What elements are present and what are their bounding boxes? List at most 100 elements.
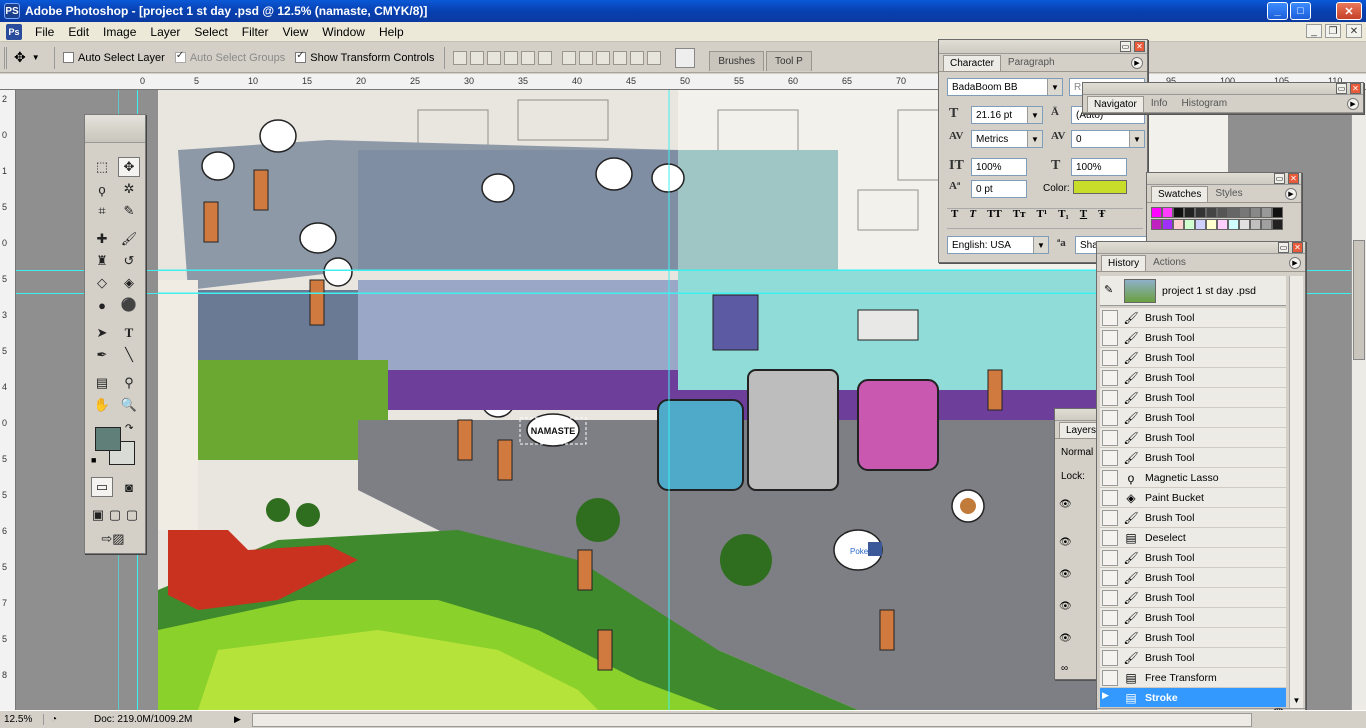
close-button[interactable]: ✕ <box>1336 2 1362 20</box>
palette-titlebar[interactable]: ▭ ✕ <box>939 40 1147 54</box>
history-state-row[interactable]: 🖌 Brush Tool <box>1100 648 1286 668</box>
color-swatch[interactable] <box>1162 219 1173 230</box>
notes-tool-icon[interactable]: ▤ <box>91 373 113 393</box>
history-brush-source-checkbox[interactable] <box>1102 389 1118 406</box>
default-colors-icon[interactable]: ■ <box>91 455 96 465</box>
distribute-right-icon[interactable] <box>647 50 662 65</box>
history-brush-source-checkbox[interactable] <box>1102 529 1118 546</box>
history-state-row[interactable]: ◈ Paint Bucket <box>1100 488 1286 508</box>
hand-tool-icon[interactable]: ✋ <box>91 395 113 415</box>
menu-edit[interactable]: Edit <box>61 25 96 39</box>
menu-view[interactable]: View <box>275 25 315 39</box>
auto-select-layer-checkbox[interactable]: Auto Select Layer <box>63 52 165 64</box>
vertical-scale-field[interactable]: 100% <box>971 158 1027 176</box>
history-snapshot[interactable]: ✎ project 1 st day .psd <box>1100 276 1286 306</box>
history-state-row[interactable]: 🖌 Brush Tool <box>1100 608 1286 628</box>
clone-stamp-tool-icon[interactable]: ♜ <box>91 251 113 271</box>
language-select[interactable]: English: USA ▼ <box>947 236 1049 254</box>
color-swatch[interactable] <box>1228 219 1239 230</box>
history-state-row[interactable]: 🖌 Brush Tool <box>1100 628 1286 648</box>
history-state-row[interactable]: 🖌 Brush Tool <box>1100 548 1286 568</box>
history-state-row[interactable]: 🖌 Brush Tool <box>1100 428 1286 448</box>
font-size-field[interactable]: 21.16 pt ▼ <box>971 106 1043 124</box>
blend-mode-select[interactable]: Normal <box>1061 447 1093 458</box>
history-state-row[interactable]: 🖌 Brush Tool <box>1100 368 1286 388</box>
align-bottom-icon[interactable] <box>487 50 502 65</box>
tab-styles[interactable]: Styles <box>1208 185 1249 202</box>
distribute-hcenter-icon[interactable] <box>630 50 645 65</box>
horizontal-scrollbar[interactable] <box>252 712 1252 727</box>
palette-titlebar[interactable]: ▭ ✕ <box>1097 242 1305 254</box>
align-vcenter-icon[interactable] <box>470 50 485 65</box>
distribute-left-icon[interactable] <box>613 50 628 65</box>
zoom-level[interactable]: 12.5% <box>0 714 44 725</box>
color-swatch[interactable] <box>1250 207 1261 218</box>
tab-histogram[interactable]: Histogram <box>1175 95 1235 112</box>
history-brush-source-checkbox[interactable] <box>1102 569 1118 586</box>
history-brush-source-checkbox[interactable]: ▶ <box>1102 690 1118 706</box>
color-swatch[interactable] <box>1261 207 1272 218</box>
history-brush-source-checkbox[interactable] <box>1102 669 1118 686</box>
doc-restore-button[interactable]: ❐ <box>1325 24 1341 38</box>
palette-minimize-button[interactable]: ▭ <box>1278 242 1289 253</box>
jump-to-imageready-icon[interactable]: ⇨▨ <box>91 529 135 549</box>
color-swatch[interactable] <box>1184 207 1195 218</box>
color-swatch[interactable] <box>1239 219 1250 230</box>
lasso-tool-icon[interactable]: ϙ <box>91 179 113 199</box>
history-brush-source-checkbox[interactable] <box>1102 629 1118 646</box>
color-swatch[interactable] <box>1217 219 1228 230</box>
layer-visibility-eye-icon[interactable]: 👁 <box>1059 569 1072 580</box>
status-menu-arrow-icon[interactable]: ▶ <box>234 714 248 725</box>
show-transform-controls-checkbox[interactable]: Show Transform Controls <box>295 50 434 64</box>
history-state-row[interactable]: ▶ ▤ Stroke <box>1100 688 1286 708</box>
tab-actions[interactable]: Actions <box>1146 254 1193 271</box>
healing-brush-tool-icon[interactable]: ✚ <box>91 229 113 249</box>
horizontal-scale-field[interactable]: 100% <box>1071 158 1127 176</box>
dodge-tool-icon[interactable]: ⚫ <box>118 295 140 315</box>
color-swatch[interactable] <box>1206 219 1217 230</box>
subscript-button[interactable]: T₁ <box>1058 208 1069 220</box>
well-tab-tool-presets[interactable]: Tool P <box>766 50 812 71</box>
tab-history[interactable]: History <box>1101 255 1147 271</box>
layer-visibility-eye-icon[interactable]: 👁 <box>1059 499 1072 510</box>
tab-paragraph[interactable]: Paragraph <box>1001 54 1062 71</box>
history-state-row[interactable]: 🖌 Brush Tool <box>1100 348 1286 368</box>
palette-menu-arrow-icon[interactable]: ▶ <box>1131 57 1143 69</box>
distribute-top-icon[interactable] <box>562 50 577 65</box>
history-state-row[interactable]: 🖌 Brush Tool <box>1100 448 1286 468</box>
strikethrough-button[interactable]: Ŧ <box>1098 208 1105 220</box>
eraser-tool-icon[interactable]: ◇ <box>91 273 113 293</box>
palette-minimize-button[interactable]: ▭ <box>1120 41 1131 52</box>
color-swatch[interactable] <box>1151 207 1162 218</box>
slice-tool-icon[interactable]: ✎ <box>118 201 140 221</box>
swap-colors-icon[interactable]: ↷ <box>125 423 133 434</box>
link-layers-icon[interactable]: ∞ <box>1061 663 1068 674</box>
kerning-select[interactable]: Metrics ▼ <box>971 130 1043 148</box>
history-brush-source-checkbox[interactable] <box>1102 449 1118 466</box>
scroll-thumb[interactable] <box>1353 240 1365 360</box>
superscript-button[interactable]: T¹ <box>1037 208 1048 220</box>
minimize-button[interactable]: _ <box>1267 2 1288 20</box>
color-swatch[interactable] <box>1173 207 1184 218</box>
tab-info[interactable]: Info <box>1144 95 1175 112</box>
menu-select[interactable]: Select <box>187 25 234 39</box>
go-to-bridge-icon[interactable] <box>675 47 696 68</box>
history-brush-source-checkbox[interactable] <box>1102 369 1118 386</box>
crop-tool-icon[interactable]: ⌗ <box>91 201 113 221</box>
move-tool-preset-icon[interactable]: ✥ ▼ <box>14 49 54 66</box>
pen-tool-icon[interactable]: ✒ <box>91 345 113 365</box>
screen-mode-standard-icon[interactable]: ▣ <box>89 505 107 525</box>
marquee-tool-icon[interactable]: ⬚ <box>91 157 113 177</box>
faux-italic-button[interactable]: T <box>969 208 976 220</box>
color-swatch[interactable] <box>1195 207 1206 218</box>
color-swatch[interactable] <box>1217 207 1228 218</box>
history-state-row[interactable]: ▤ Free Transform <box>1100 668 1286 688</box>
screen-mode-full-menu-icon[interactable]: ▢ <box>107 505 123 525</box>
history-brush-source-checkbox[interactable] <box>1102 429 1118 446</box>
menu-image[interactable]: Image <box>96 25 143 39</box>
color-swatch[interactable] <box>1228 207 1239 218</box>
layer-visibility-eye-icon[interactable]: 👁 <box>1059 537 1072 548</box>
align-top-icon[interactable] <box>453 50 468 65</box>
history-state-row[interactable]: ϙ Magnetic Lasso <box>1100 468 1286 488</box>
color-swatch[interactable] <box>1184 219 1195 230</box>
